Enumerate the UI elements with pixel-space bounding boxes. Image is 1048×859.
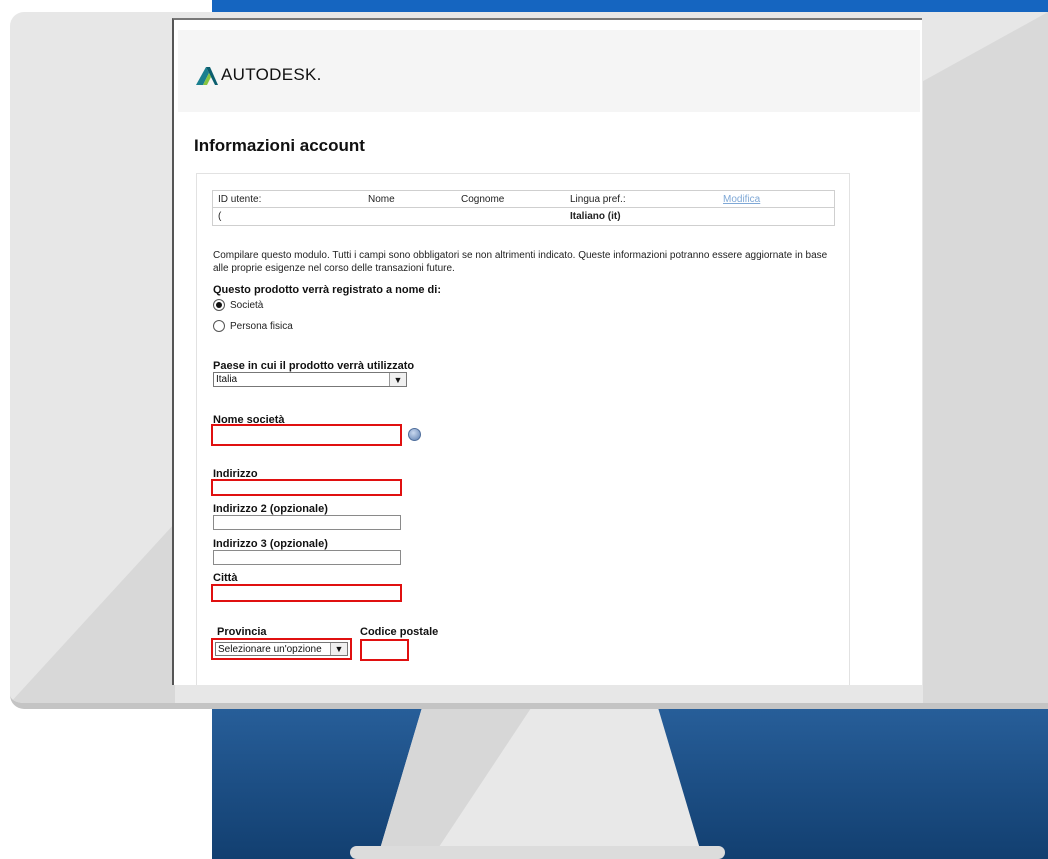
address2-label: Indirizzo 2 (opzionale) xyxy=(213,503,328,515)
monitor-stand-base xyxy=(350,846,725,859)
province-select[interactable]: Selezionare un'opzione ▼ xyxy=(215,642,348,656)
province-select-value: Selezionare un'opzione xyxy=(218,644,322,655)
table-header-row: ID utente: Nome Cognome Lingua pref.: Mo… xyxy=(213,191,834,208)
province-label: Provincia xyxy=(217,626,267,638)
monitor-shade-right xyxy=(923,12,1048,703)
top-accent-bar xyxy=(212,0,1048,12)
header-language: Lingua pref.: xyxy=(570,194,626,205)
logo-text: AUTODESK. xyxy=(221,65,322,84)
account-form-panel: ID utente: Nome Cognome Lingua pref.: Mo… xyxy=(196,173,850,685)
header-last-name: Cognome xyxy=(461,194,505,205)
company-name-input[interactable] xyxy=(211,424,402,446)
country-select-value: Italia xyxy=(216,374,238,385)
form-instructions: Compilare questo modulo. Tutti i campi s… xyxy=(213,250,828,274)
radio-company[interactable]: Società xyxy=(213,299,263,311)
country-select[interactable]: Italia ▼ xyxy=(213,372,407,387)
address-input[interactable] xyxy=(211,479,402,496)
chevron-down-icon[interactable]: ▼ xyxy=(330,643,347,655)
monitor-shade-left xyxy=(10,523,175,703)
chevron-down-icon[interactable]: ▼ xyxy=(389,373,406,386)
radio-button-checked[interactable] xyxy=(213,299,225,311)
table-row: ( Italiano (it) xyxy=(213,208,834,225)
account-info-table: ID utente: Nome Cognome Lingua pref.: Mo… xyxy=(212,190,835,226)
autodesk-logo[interactable]: AUTODESK. xyxy=(196,64,322,86)
postal-code-input[interactable] xyxy=(360,639,409,661)
edit-link[interactable]: Modifica xyxy=(723,194,760,205)
province-field: Selezionare un'opzione ▼ xyxy=(211,638,352,660)
radio-company-label: Società xyxy=(230,299,264,311)
help-icon[interactable] xyxy=(408,428,421,441)
address2-input[interactable] xyxy=(213,515,401,530)
radio-button[interactable] xyxy=(213,320,225,332)
radio-individual-label: Persona fisica xyxy=(230,320,293,332)
registrant-label: Questo prodotto verrà registrato a nome … xyxy=(213,284,441,296)
country-label: Paese in cui il prodotto verrà utilizzat… xyxy=(213,360,415,372)
header-user-id: ID utente: xyxy=(218,194,262,205)
header-first-name: Nome xyxy=(368,194,395,205)
city-label: Città xyxy=(213,572,238,584)
address3-label: Indirizzo 3 (opzionale) xyxy=(213,538,328,550)
autodesk-logo-icon xyxy=(196,67,218,85)
radio-individual[interactable]: Persona fisica xyxy=(213,320,293,332)
language-value: Italiano (it) xyxy=(570,211,621,222)
user-id-value: ( xyxy=(218,211,222,222)
screen-page: AUTODESK. Informazioni account ID utente… xyxy=(172,18,922,685)
address3-input[interactable] xyxy=(213,550,401,565)
page-title: Informazioni account xyxy=(194,136,365,155)
postal-code-label: Codice postale xyxy=(360,626,439,638)
city-input[interactable] xyxy=(211,584,402,602)
